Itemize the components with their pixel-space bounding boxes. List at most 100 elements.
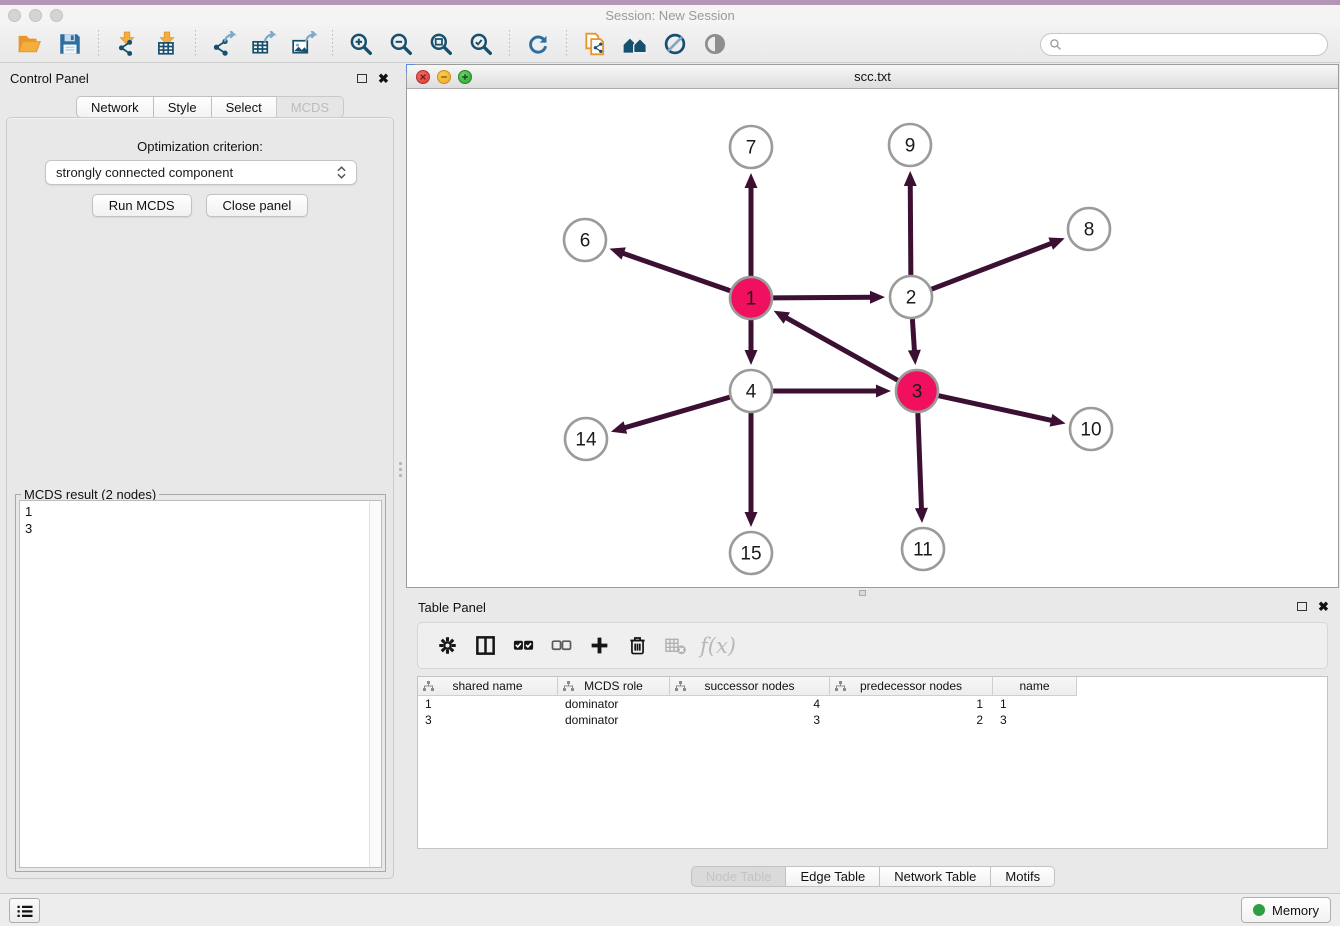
column-header-label: predecessor nodes — [860, 679, 962, 693]
vertical-splitter-handle[interactable] — [399, 462, 402, 477]
save-session-icon[interactable] — [54, 29, 86, 59]
network-canvas[interactable]: 7968124314101511 — [407, 89, 1338, 587]
graph-node-label-15: 15 — [740, 544, 761, 565]
graph-arrowhead-2-8 — [1048, 238, 1064, 250]
deselect-all-icon[interactable] — [546, 631, 576, 661]
column-header-name[interactable]: name — [993, 677, 1077, 696]
search-field[interactable] — [1040, 33, 1328, 56]
table-panel-title: Table Panel — [418, 600, 486, 615]
graph-arrowhead-4-3 — [876, 385, 891, 398]
export-network-icon[interactable] — [208, 29, 240, 59]
optimization-criterion-select[interactable]: strongly connected component — [45, 160, 357, 185]
memory-button-label: Memory — [1272, 903, 1319, 918]
graph-edge-3-11[interactable] — [918, 413, 922, 511]
graph-arrowhead-1-2 — [870, 291, 885, 304]
zoom-selected-icon[interactable] — [465, 29, 497, 59]
graph-node-label-8: 8 — [1084, 220, 1095, 241]
control-panel-title: Control Panel — [10, 71, 89, 86]
network-window-title: scc.txt — [407, 69, 1338, 84]
tab-motifs[interactable]: Motifs — [990, 866, 1055, 887]
tab-mcds[interactable]: MCDS — [276, 96, 344, 118]
export-image-icon[interactable] — [288, 29, 320, 59]
select-all-icon[interactable] — [508, 631, 538, 661]
horizontal-splitter-handle[interactable] — [859, 590, 866, 596]
table-cell: 4 — [670, 696, 830, 712]
zoom-in-icon[interactable] — [345, 29, 377, 59]
graph-arrowhead-1-7 — [745, 173, 758, 188]
graph-node-label-1: 1 — [746, 289, 757, 310]
result-line: 3 — [25, 520, 381, 537]
column-header-shared-name[interactable]: shared name — [418, 677, 558, 696]
columns-icon[interactable] — [470, 631, 500, 661]
clone-network-icon[interactable] — [579, 29, 611, 59]
close-table-panel-icon[interactable]: ✖ — [1318, 602, 1329, 611]
graph-edge-3-10[interactable] — [938, 396, 1053, 421]
graph-node-label-10: 10 — [1080, 420, 1101, 441]
task-history-button[interactable] — [9, 898, 40, 923]
graph-edge-2-9[interactable] — [910, 183, 911, 275]
network-window-titlebar[interactable]: scc.txt — [407, 65, 1338, 89]
graph-edge-1-6[interactable] — [621, 253, 730, 291]
table-row[interactable]: 1dominator411 — [418, 696, 1327, 712]
mcds-result-textarea[interactable]: 13 — [19, 500, 382, 868]
graph-arrowhead-3-11 — [915, 508, 928, 523]
column-header-label: successor nodes — [704, 679, 794, 693]
gear-icon[interactable] — [432, 631, 462, 661]
column-header-predecessor-nodes[interactable]: predecessor nodes — [830, 677, 993, 696]
result-scrollbar[interactable] — [369, 501, 381, 867]
status-bar: Memory — [0, 893, 1340, 926]
table-cell: 3 — [418, 712, 558, 728]
zoom-out-icon[interactable] — [385, 29, 417, 59]
tab-select[interactable]: Select — [211, 96, 276, 118]
float-panel-icon[interactable] — [357, 74, 367, 83]
mcds-result-group: MCDS result (2 nodes) 13 — [15, 494, 386, 872]
neighbors-icon[interactable] — [619, 29, 651, 59]
memory-button[interactable]: Memory — [1241, 897, 1331, 923]
graph-arrowhead-3-10 — [1050, 414, 1066, 427]
close-button[interactable] — [8, 9, 21, 22]
close-panel-button[interactable]: Close panel — [206, 194, 309, 217]
table-cell: 2 — [830, 712, 993, 728]
toolbar-separator — [509, 30, 510, 58]
graph-arrowhead-1-6 — [610, 247, 626, 259]
node-table: shared nameMCDS role successor nodes prede… — [417, 676, 1328, 849]
open-file-icon[interactable] — [14, 29, 46, 59]
maximize-button[interactable] — [50, 9, 63, 22]
optimization-criterion-value: strongly connected component — [56, 165, 337, 180]
graph-edge-2-8[interactable] — [932, 243, 1054, 290]
graph-arrowhead-4-15 — [745, 512, 758, 527]
float-table-panel-icon[interactable] — [1297, 602, 1307, 611]
run-mcds-button[interactable]: Run MCDS — [92, 194, 192, 217]
minimize-button[interactable] — [29, 9, 42, 22]
delete-table-icon[interactable] — [660, 631, 690, 661]
column-header-successor-nodes[interactable]: successor nodes — [670, 677, 830, 696]
table-row[interactable]: 3dominator323 — [418, 712, 1327, 728]
search-input[interactable] — [1067, 38, 1327, 52]
tab-edge-table[interactable]: Edge Table — [785, 866, 879, 887]
tab-node-table[interactable]: Node Table — [691, 866, 786, 887]
tab-network[interactable]: Network — [76, 96, 153, 118]
column-tree-icon — [675, 681, 686, 695]
refresh-icon[interactable] — [522, 29, 554, 59]
function-builder-icon[interactable]: f(x) — [700, 634, 736, 658]
import-table-icon[interactable] — [151, 29, 183, 59]
apply-style-icon[interactable] — [659, 29, 691, 59]
graph-edge-4-14[interactable] — [622, 397, 729, 428]
export-table-icon[interactable] — [248, 29, 280, 59]
visibility-icon[interactable] — [699, 29, 731, 59]
graph-edge-3-1[interactable] — [784, 317, 898, 381]
delete-icon[interactable] — [622, 631, 652, 661]
add-icon[interactable] — [584, 631, 614, 661]
import-network-icon[interactable] — [111, 29, 143, 59]
graph-edge-2-3[interactable] — [912, 319, 914, 353]
main-toolbar — [0, 26, 1340, 63]
column-header-MCDS-role[interactable]: MCDS role — [558, 677, 670, 696]
tab-style[interactable]: Style — [153, 96, 211, 118]
graph-node-label-14: 14 — [575, 430, 597, 451]
toolbar-separator — [332, 30, 333, 58]
close-panel-icon[interactable]: ✖ — [378, 74, 389, 83]
tab-network-table[interactable]: Network Table — [879, 866, 990, 887]
graph-edge-1-2[interactable] — [773, 297, 873, 298]
graph-node-label-7: 7 — [746, 138, 757, 159]
zoom-fit-icon[interactable] — [425, 29, 457, 59]
